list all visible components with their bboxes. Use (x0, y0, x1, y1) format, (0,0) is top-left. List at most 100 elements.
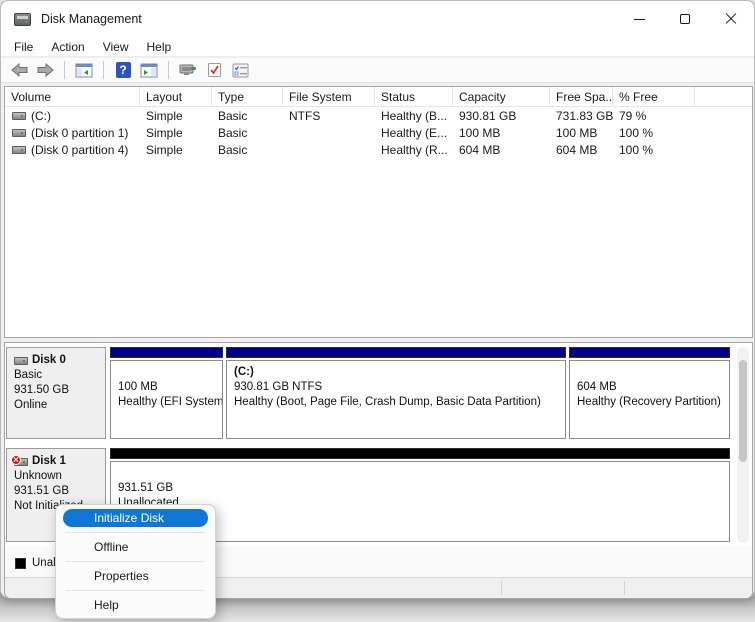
partition-color-band (569, 347, 730, 358)
partition-size: 930.81 GB NTFS (234, 380, 558, 395)
partition-body: 604 MB Healthy (Recovery Partition) (569, 360, 730, 439)
toolbar-separator (103, 61, 104, 79)
close-button[interactable] (708, 1, 754, 37)
volume-cell: (Disk 0 partition 1) (5, 126, 140, 140)
partition-size: 100 MB (118, 380, 215, 395)
title-bar: Disk Management (1, 1, 754, 37)
type-cell: Basic (212, 109, 283, 123)
partition-size: 931.51 GB (118, 481, 722, 496)
toolbar-separator (168, 61, 169, 79)
partition-color-band (110, 347, 223, 358)
context-menu-item-offline[interactable]: Offline (56, 538, 215, 556)
column-header-file-system[interactable]: File System (283, 87, 375, 106)
maximize-button[interactable] (662, 1, 708, 37)
volume-list-header: Volume Layout Type File System Status Ca… (5, 87, 752, 107)
disk1-error-badge-icon (11, 455, 21, 465)
disk1-size: 931.51 GB (14, 484, 98, 499)
disk0-status: Online (14, 398, 98, 413)
volume-name: (Disk 0 partition 4) (31, 143, 128, 157)
console-tree-icon[interactable] (74, 61, 94, 79)
commit-check-icon[interactable] (204, 61, 224, 79)
popup-console-icon[interactable] (178, 61, 198, 79)
capacity-cell: 604 MB (453, 143, 550, 157)
partition-color-band (226, 347, 566, 358)
help-glyph: ? (116, 62, 131, 78)
free-space-cell: 100 MB (550, 126, 613, 140)
pct-free-cell: 100 % (613, 126, 695, 140)
disk0-row: Disk 0 Basic 931.50 GB Online 100 MB Hea… (6, 347, 730, 439)
toolbar: ? (1, 58, 754, 83)
partition-title: (C:) (234, 365, 558, 380)
partition-status: Healthy (Recovery Partition) (577, 395, 722, 410)
disk0-label-panel[interactable]: Disk 0 Basic 931.50 GB Online (6, 347, 106, 439)
menu-view[interactable]: View (94, 38, 138, 56)
disk0-name: Disk 0 (32, 353, 66, 368)
forward-icon[interactable] (35, 61, 55, 79)
scrollbar-thumb[interactable] (739, 360, 747, 462)
action-pane-icon[interactable] (139, 61, 159, 79)
menu-action[interactable]: Action (42, 38, 93, 56)
free-space-cell: 604 MB (550, 143, 613, 157)
status-cell: Healthy (R... (375, 143, 453, 157)
table-row[interactable]: (Disk 0 partition 4) Simple Basic Health… (5, 141, 752, 158)
disk1-drive-icon (14, 458, 28, 466)
column-header-capacity[interactable]: Capacity (453, 87, 550, 106)
type-cell: Basic (212, 143, 283, 157)
partition-title (118, 466, 722, 481)
status-cell: Healthy (B... (375, 109, 453, 123)
table-row[interactable]: (Disk 0 partition 1) Simple Basic Health… (5, 124, 752, 141)
context-menu-item-initialize-disk[interactable]: Initialize Disk (63, 509, 208, 527)
table-row[interactable]: (C:) Simple Basic NTFS Healthy (B... 930… (5, 107, 752, 124)
context-menu-separator (66, 561, 205, 562)
disk1-name: Disk 1 (32, 454, 66, 469)
column-header-status[interactable]: Status (375, 87, 453, 106)
partition-c-drive[interactable]: (C:) 930.81 GB NTFS Healthy (Boot, Page … (226, 347, 566, 439)
layout-cell: Simple (140, 109, 212, 123)
minimize-icon (634, 19, 645, 20)
free-space-cell: 731.83 GB (550, 109, 613, 123)
volume-drive-icon (12, 112, 26, 120)
context-menu-item-properties[interactable]: Properties (56, 567, 215, 585)
column-header-volume[interactable]: Volume (5, 87, 140, 106)
disk0-size: 931.50 GB (14, 383, 98, 398)
status-bar-divider (624, 581, 625, 595)
column-header-layout[interactable]: Layout (140, 87, 212, 106)
layout-cell: Simple (140, 143, 212, 157)
partition-body: (C:) 930.81 GB NTFS Healthy (Boot, Page … (226, 360, 566, 439)
context-menu: Initialize Disk Offline Properties Help (55, 504, 216, 619)
close-icon (725, 13, 737, 25)
file-system-cell: NTFS (283, 109, 375, 123)
vertical-scrollbar[interactable] (737, 347, 749, 543)
menu-bar: File Action View Help (1, 37, 754, 57)
partition-efi[interactable]: 100 MB Healthy (EFI System (110, 347, 223, 439)
column-header-pct-free[interactable]: % Free (613, 87, 695, 106)
menu-help[interactable]: Help (138, 38, 181, 56)
status-bar-divider (501, 581, 502, 595)
partition-status: Healthy (EFI System (118, 395, 215, 410)
volume-cell: (C:) (5, 109, 140, 123)
checklist-icon[interactable] (230, 61, 250, 79)
context-menu-item-help[interactable]: Help (56, 596, 215, 614)
volume-drive-icon (12, 129, 26, 137)
partition-title (577, 365, 722, 380)
capacity-cell: 100 MB (453, 126, 550, 140)
volume-list-pane: Volume Layout Type File System Status Ca… (4, 86, 753, 338)
minimize-button[interactable] (616, 1, 662, 37)
menu-file[interactable]: File (5, 38, 42, 56)
column-header-free-space[interactable]: Free Spa... (550, 87, 613, 106)
disk0-type: Basic (14, 368, 98, 383)
column-header-type[interactable]: Type (212, 87, 283, 106)
back-icon[interactable] (9, 61, 29, 79)
pct-free-cell: 100 % (613, 143, 695, 157)
partition-status: Healthy (Boot, Page File, Crash Dump, Ba… (234, 395, 558, 410)
help-icon[interactable]: ? (113, 61, 133, 79)
status-cell: Healthy (E... (375, 126, 453, 140)
context-menu-separator (66, 590, 205, 591)
toolbar-separator (64, 61, 65, 79)
app-disk-icon (14, 13, 31, 26)
partition-recovery[interactable]: 604 MB Healthy (Recovery Partition) (569, 347, 730, 439)
layout-cell: Simple (140, 126, 212, 140)
capacity-cell: 930.81 GB (453, 109, 550, 123)
volume-drive-icon (12, 146, 26, 154)
unallocated-swatch (15, 558, 26, 569)
